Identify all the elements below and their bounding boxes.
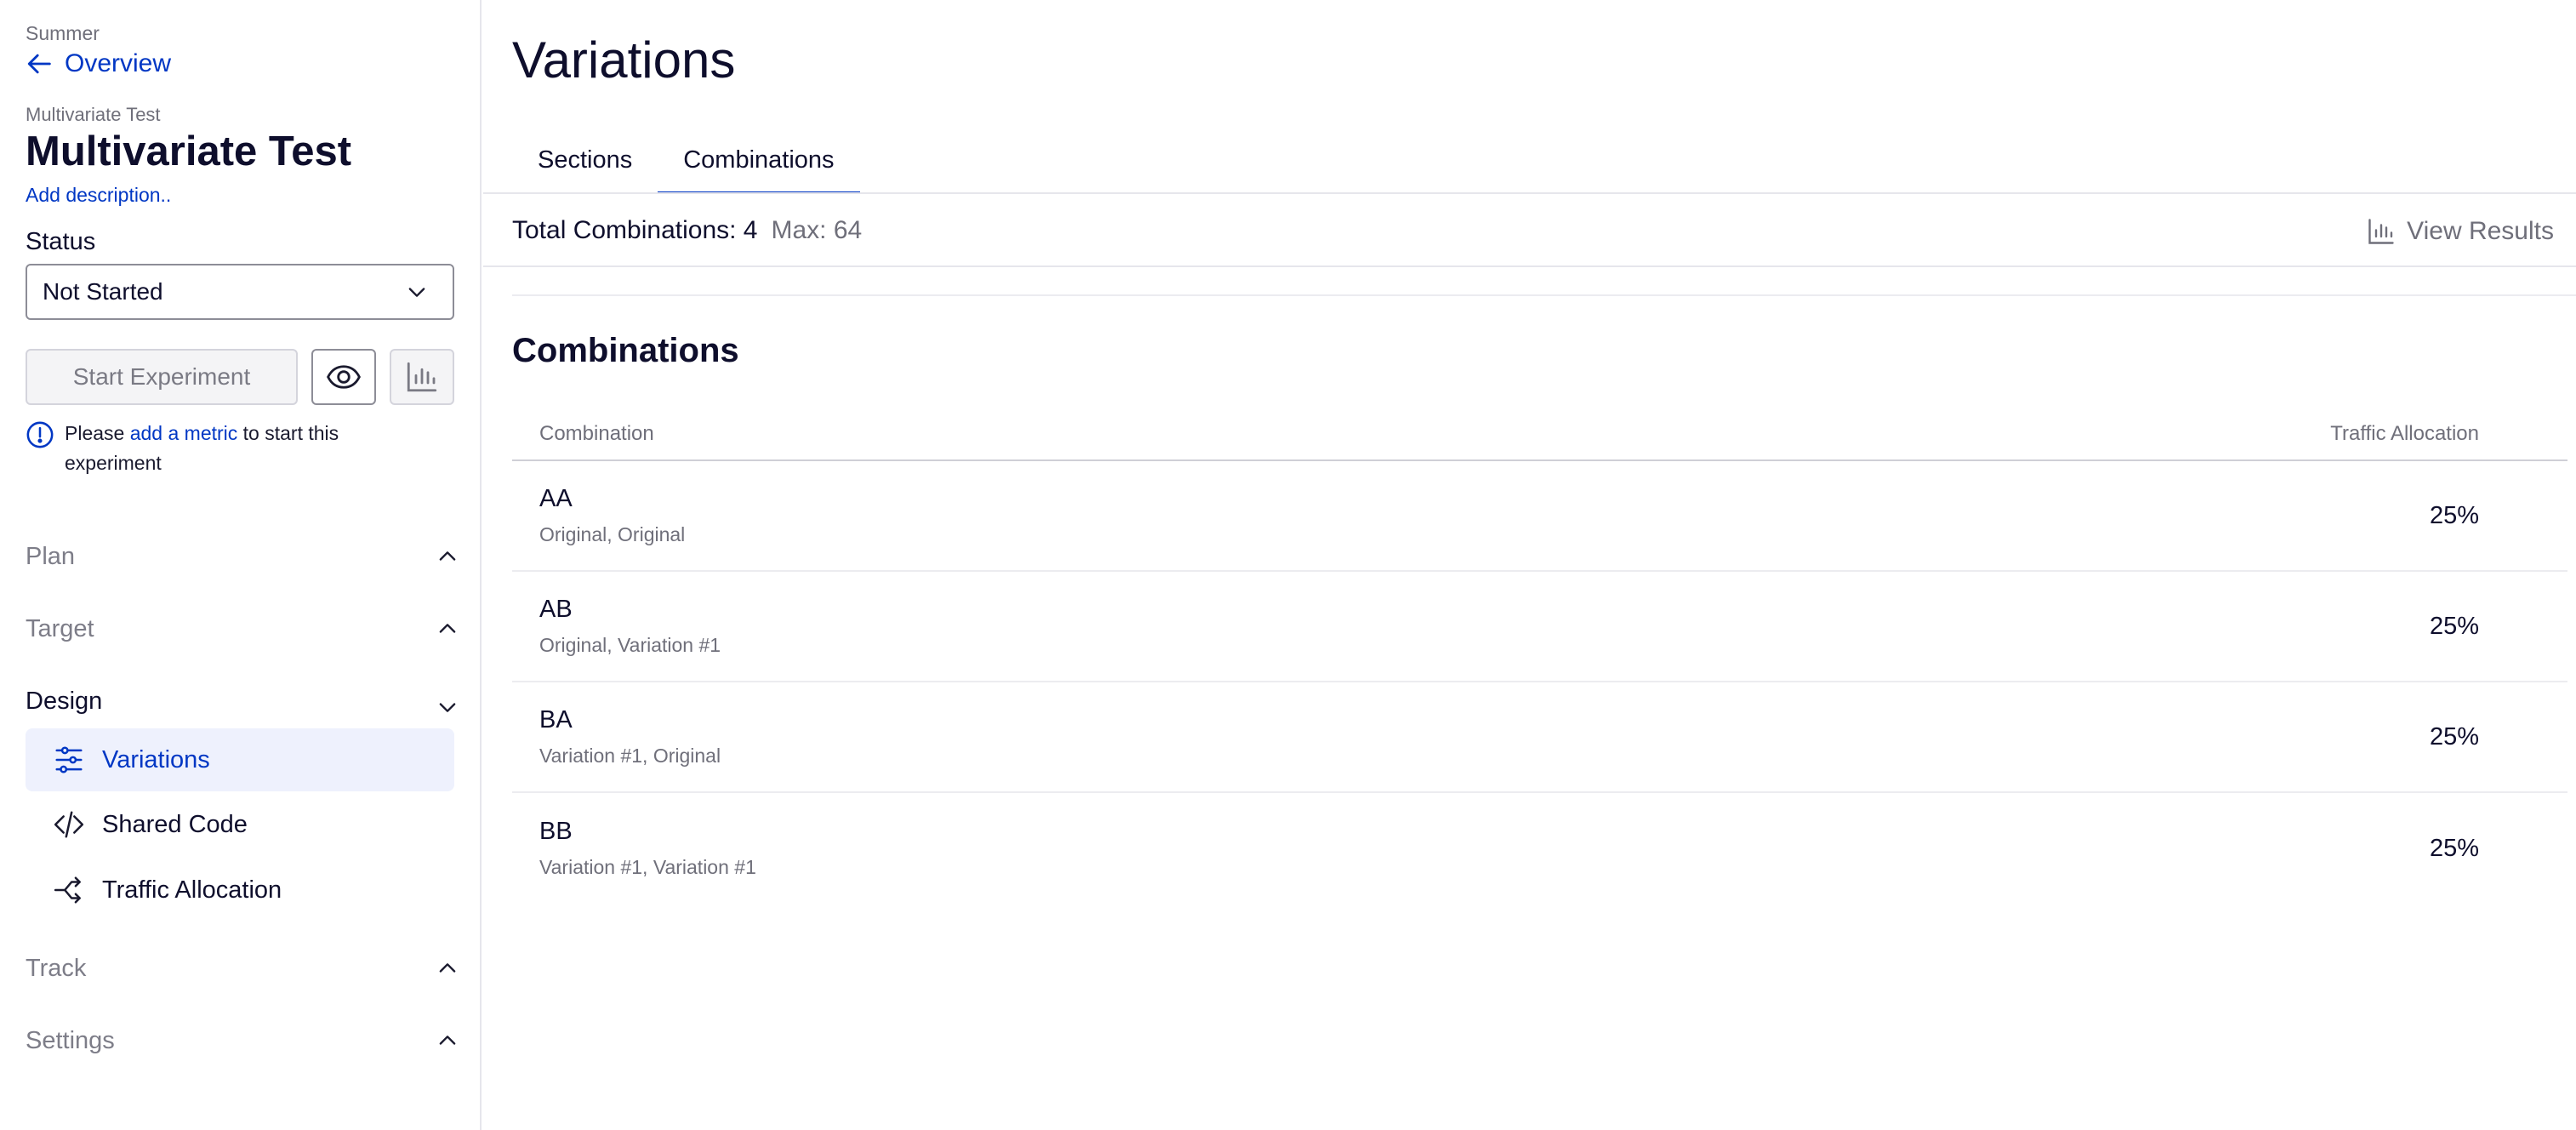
code-icon: [54, 811, 84, 838]
section-design-label: Design: [26, 687, 103, 715]
section-settings-label: Settings: [26, 1026, 115, 1054]
tab-combinations[interactable]: Combinations: [658, 134, 860, 194]
arrow-left-icon: [27, 54, 51, 74]
bar-chart-icon: [2368, 219, 2394, 244]
chevron-up-icon: [439, 624, 456, 633]
add-description-link[interactable]: Add description..: [26, 184, 171, 207]
total-combinations: Total Combinations: 4: [512, 216, 758, 244]
tab-bar: Sections Combinations: [512, 134, 860, 194]
section-target[interactable]: Target: [26, 610, 459, 648]
section-track[interactable]: Track: [26, 950, 459, 987]
section-settings[interactable]: Settings: [26, 1022, 459, 1059]
divider: [483, 265, 2576, 267]
chevron-up-icon: [439, 551, 456, 561]
project-name: Summer: [26, 22, 100, 44]
nav-item-shared-code[interactable]: Shared Code: [26, 793, 454, 856]
max-combinations: Max: 64: [771, 216, 863, 244]
combination-name: BA: [539, 706, 573, 733]
nav-item-variations[interactable]: Variations: [26, 728, 454, 791]
table-row: BA Variation #1, Original 25%: [512, 682, 2567, 793]
bar-chart-icon: [407, 362, 437, 392]
view-results-label: View Results: [2407, 217, 2554, 245]
combination-name: AB: [539, 596, 573, 623]
back-link-label: Overview: [65, 49, 172, 77]
combination-name: AA: [539, 485, 573, 512]
section-plan-label: Plan: [26, 542, 76, 570]
status-value: Not Started: [43, 278, 163, 305]
metric-notice: Please add a metric to start this experi…: [26, 419, 383, 478]
nav-item-label: Traffic Allocation: [102, 876, 282, 904]
tab-sections[interactable]: Sections: [512, 134, 658, 194]
traffic-allocation-value: 25%: [2429, 834, 2479, 862]
page-title: Variations: [512, 31, 736, 88]
chevron-up-icon: [439, 963, 456, 973]
section-plan[interactable]: Plan: [26, 538, 459, 575]
nav-item-traffic-allocation[interactable]: Traffic Allocation: [26, 859, 454, 922]
combination-cell: BB Variation #1, Variation #1: [539, 818, 756, 879]
back-to-overview-link[interactable]: Overview: [26, 49, 171, 78]
chevron-down-icon: [408, 288, 425, 297]
divider: [483, 192, 2576, 194]
chevron-down-icon: [439, 703, 456, 712]
combination-cell: AB Original, Variation #1: [539, 596, 721, 657]
notice-prefix: Please: [65, 422, 125, 444]
add-metric-link[interactable]: add a metric: [130, 422, 238, 444]
divider: [512, 294, 2576, 296]
traffic-allocation-value: 25%: [2429, 612, 2479, 640]
main-content: Variations Sections Combinations Total C…: [483, 0, 2576, 1130]
traffic-allocation-value: 25%: [2429, 722, 2479, 750]
table-header: Combination Traffic Allocation: [512, 422, 2567, 461]
traffic-allocation-value: 25%: [2429, 501, 2479, 529]
combination-name: BB: [539, 818, 573, 845]
combination-cell: BA Variation #1, Original: [539, 706, 721, 768]
split-icon: [54, 876, 81, 904]
combination-description: Variation #1, Variation #1: [539, 856, 756, 878]
combination-description: Variation #1, Original: [539, 745, 721, 767]
column-header-combination: Combination: [539, 422, 654, 445]
status-label: Status: [26, 228, 96, 255]
chevron-up-icon: [439, 1036, 456, 1045]
section-design[interactable]: Design: [26, 682, 459, 720]
experiment-title[interactable]: Multivariate Test: [26, 128, 351, 175]
sidebar: Summer Overview Multivariate Test Multiv…: [0, 0, 482, 1130]
combination-cell: AA Original, Original: [539, 485, 685, 546]
combination-description: Original, Original: [539, 523, 686, 545]
status-select[interactable]: Not Started: [26, 264, 454, 320]
sliders-icon: [55, 746, 83, 773]
experiment-type: Multivariate Test: [26, 104, 161, 125]
info-icon: [26, 421, 54, 448]
preview-button[interactable]: [311, 349, 376, 405]
column-header-traffic-allocation: Traffic Allocation: [2330, 422, 2479, 445]
section-track-label: Track: [26, 954, 87, 982]
combination-description: Original, Variation #1: [539, 634, 721, 656]
nav-item-label: Shared Code: [102, 810, 248, 838]
table-row: AB Original, Variation #1 25%: [512, 572, 2567, 682]
combination-totals: Total Combinations: 4 Max: 64: [512, 216, 862, 245]
metric-notice-text: Please add a metric to start this experi…: [65, 419, 383, 478]
section-target-label: Target: [26, 614, 94, 642]
table-row: BB Variation #1, Variation #1 25%: [512, 793, 2567, 904]
table-row: AA Original, Original 25%: [512, 461, 2567, 572]
app-window: Summer Overview Multivariate Test Multiv…: [0, 0, 2576, 1130]
start-experiment-button[interactable]: Start Experiment: [26, 349, 298, 405]
combinations-heading: Combinations: [512, 332, 739, 369]
nav-item-label: Variations: [102, 745, 210, 773]
view-results-button[interactable]: View Results: [2366, 216, 2554, 247]
eye-icon: [327, 365, 361, 389]
results-button[interactable]: [390, 349, 454, 405]
combinations-table: Combination Traffic Allocation AA Origin…: [512, 422, 2567, 904]
